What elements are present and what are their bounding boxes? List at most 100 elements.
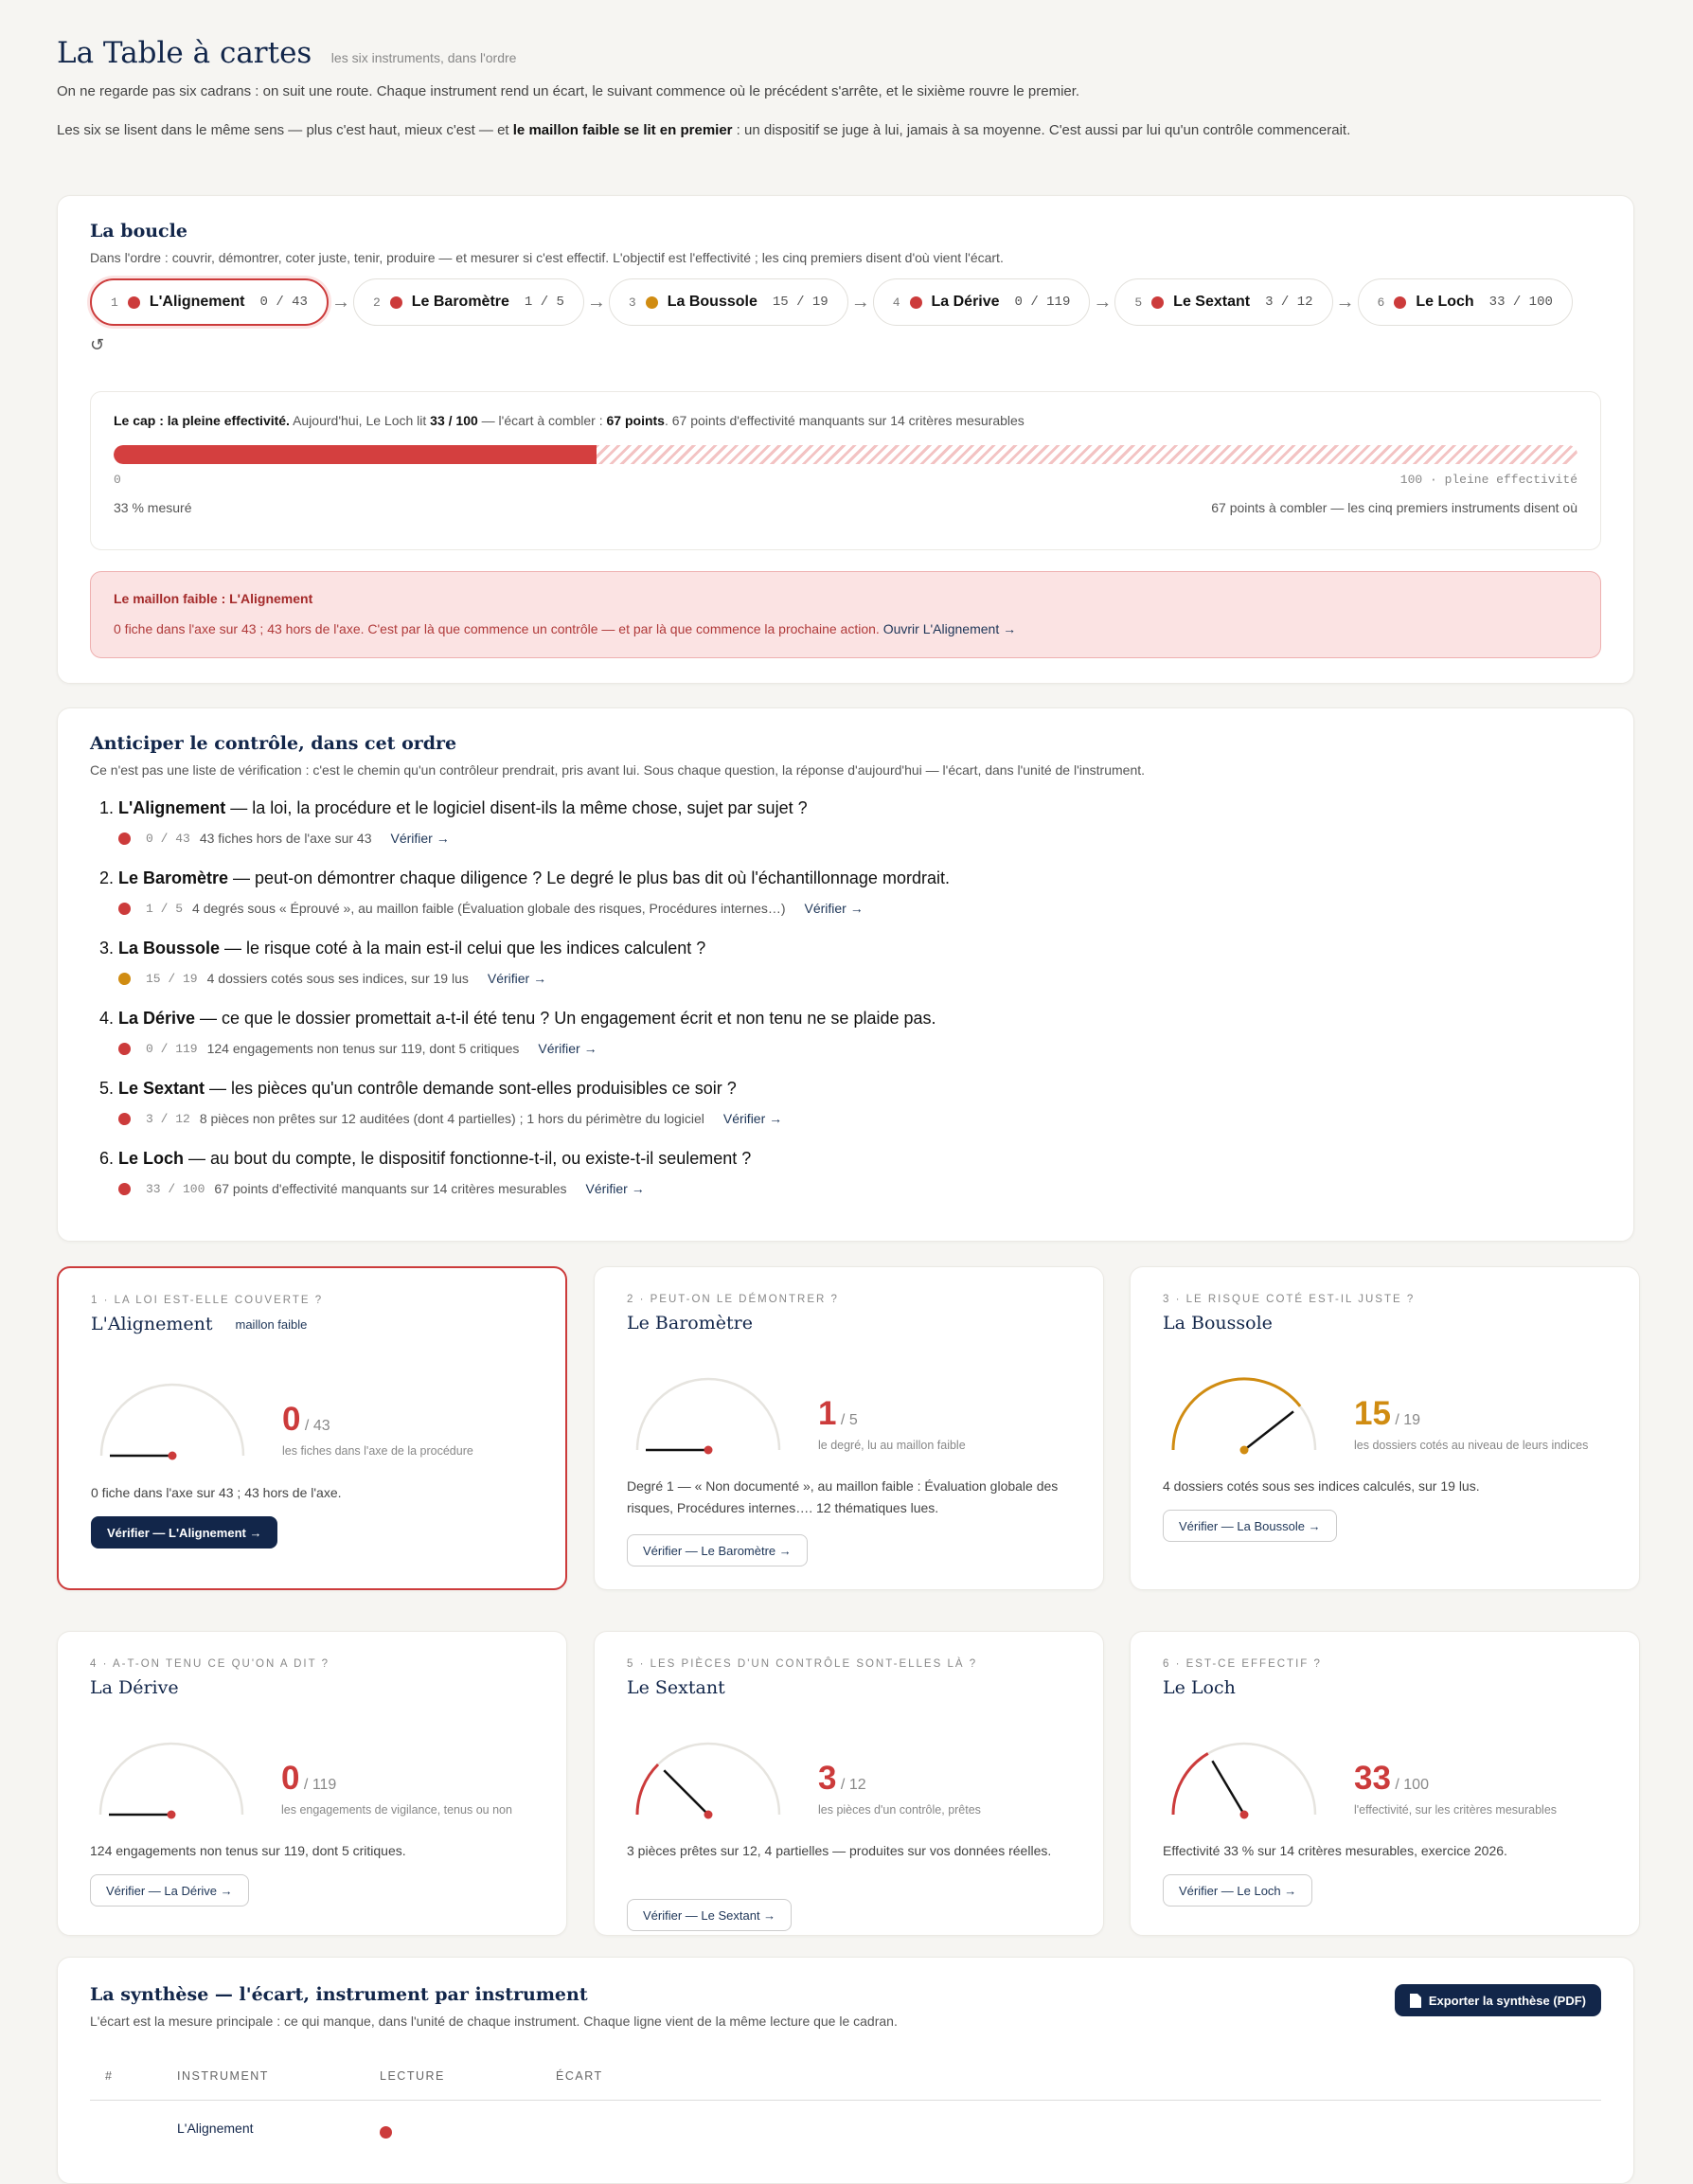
answer-note: 8 pièces non prêtes sur 12 auditées (don… [199,1111,704,1126]
chip-score: 33 / 100 [1488,295,1553,310]
value-denominator: / 119 [303,1777,337,1793]
gauge-needle [1243,1410,1294,1451]
value-number: 0 [281,1760,300,1797]
table-divider [90,2100,1601,2101]
tick-max: 100 · pleine effectivité [1399,473,1577,487]
question-text: — les pièces qu'un contrôle demande sont… [205,1079,737,1098]
verify-button[interactable]: Vérifier — Le Sextant → [627,1899,793,1931]
measured-label: 33 % mesuré [114,500,192,515]
instrument-name: Le Sextant [118,1079,205,1098]
chip-name: L'Alignement [149,294,245,310]
gauge-hub [704,1810,713,1819]
instrument-name: Le Loch [1163,1677,1236,1698]
chip-score: 15 / 19 [772,295,829,310]
instrument-description: 124 engagements non tenus sur 119, dont … [90,1843,406,1858]
gauge-track [635,1742,781,1816]
gauge [98,1742,244,1819]
chip-le-sextant[interactable]: 5 Le Sextant 3 / 12 [1114,278,1333,326]
chip-le-baromètre[interactable]: 2 Le Baromètre 1 / 5 [352,278,584,326]
control-answer: 33 / 100 67 points d'effectivité manquant… [118,1181,1601,1196]
loop-title: La boucle [90,221,187,242]
value-caption: les pièces d'un contrôle, prêtes [818,1803,981,1817]
gauge-track [1171,1742,1317,1816]
document-icon [1409,1993,1421,2008]
page-subtitle: les six instruments, dans l'ordre [330,50,517,65]
chip-la-dérive[interactable]: 4 La Dérive 0 / 119 [872,278,1091,326]
verify-link[interactable]: Vérifier → [585,1181,644,1196]
value-number: 1 [818,1395,837,1432]
gauge-arc [1171,1377,1302,1451]
control-answer: 0 / 119 124 engagements non tenus sur 119… [118,1041,1601,1056]
instrument-name: L'Alignement [91,1314,213,1334]
control-question: Le Sextant — les pièces qu'un contrôle d… [118,1079,1601,1099]
value-caption: les engagements de vigilance, tenus ou n… [281,1803,512,1817]
chip-name: La Dérive [931,294,1000,310]
status-dot [118,832,131,845]
verify-button[interactable]: Vérifier — La Boussole → [1163,1510,1337,1542]
verify-link[interactable]: Vérifier → [804,901,863,916]
col-number: # [105,2069,114,2083]
answer-score: 1 / 5 [146,901,184,916]
chip-number: 6 [1377,295,1385,310]
control-item: Le Loch — au bout du compte, le disposit… [118,1149,1601,1196]
gauge-arc [635,1763,660,1816]
intro-paragraph-2: Les six se lisent dans le même sens — pl… [57,122,1351,138]
value-caption: les dossiers cotés au niveau de leurs in… [1354,1439,1589,1452]
status-dot [118,1112,131,1125]
chip-la-boussole[interactable]: 3 La Boussole 15 / 19 [608,278,848,326]
verify-link[interactable]: Vérifier → [488,971,546,986]
control-question: Le Loch — au bout du compte, le disposit… [118,1149,1601,1169]
table-row-instrument: L'Alignement [177,2121,254,2136]
status-dot [380,2126,392,2139]
verify-button[interactable]: Vérifier — L'Alignement → [91,1516,278,1548]
value-number: 15 [1354,1395,1391,1432]
gauge-arc [1171,1752,1209,1816]
weak-link-badge: maillon faible [235,1316,308,1332]
instrument-name: Le Baromètre [118,868,229,887]
verify-button[interactable]: Vérifier — La Dérive → [90,1874,249,1907]
gauge [1171,1742,1317,1819]
status-dot [909,295,922,309]
instrument-name: Le Loch [118,1149,185,1168]
value-caption: les fiches dans l'axe de la procédure [282,1444,473,1458]
status-dot [118,972,131,985]
answer-score: 0 / 119 [146,1041,198,1056]
instrument-card: 1 · LA LOI EST-ELLE COUVERTE ? L'Aligneme… [57,1266,567,1590]
tick-min: 0 [114,473,121,487]
export-pdf-button[interactable]: Exporter la synthèse (PDF) [1394,1984,1601,2016]
gauge [635,1742,781,1819]
instrument-card: 3 · LE RISQUE COTÉ EST-IL JUSTE ? La Bous… [1130,1266,1640,1590]
reset-icon[interactable]: ↺ [90,335,1601,355]
chip-name: Le Sextant [1173,294,1251,310]
loop-description: Dans l'ordre : couvrir, démontrer, coter… [90,250,1004,265]
verify-link[interactable]: Vérifier → [723,1111,782,1126]
page-header: La Table à cartes les six instruments, d… [57,36,1629,138]
instrument-value: 0 / 119 les engagements de vigilance, ten… [281,1760,512,1817]
instrument-name: Le Baromètre [627,1313,753,1334]
col-instrument: INSTRUMENT [177,2069,269,2083]
control-description: Ce n'est pas une liste de vérification :… [90,762,1146,778]
answer-note: 124 engagements non tenus sur 119, dont … [206,1041,520,1056]
verify-button[interactable]: Vérifier — Le Loch → [1163,1874,1313,1907]
chip-le-loch[interactable]: 6 Le Loch 33 / 100 [1357,278,1573,326]
weak-link-desc: 0 fiche dans l'axe sur 43 ; 43 hors de l… [114,621,1017,636]
control-item: Le Sextant — les pièces qu'un contrôle d… [118,1079,1601,1126]
chip-number: 4 [892,295,900,310]
chip-name: Le Loch [1416,294,1474,310]
loop-card: La boucle Dans l'ordre : couvrir, démont… [57,195,1634,684]
verify-button[interactable]: Vérifier — Le Baromètre → [627,1534,808,1566]
gauge-hub [704,1445,713,1455]
verify-link[interactable]: Vérifier → [390,831,449,846]
gauge-track [1171,1377,1317,1451]
chip-l-alignement[interactable]: 1 L'Alignement 0 / 43 [90,278,329,326]
gauge-hub [168,1451,177,1460]
question-text: — le risque coté à la main est-il celui … [220,939,706,958]
gauge [1171,1377,1317,1455]
gauge-track [99,1383,245,1457]
instrument-title: Le Baromètre [627,1313,1071,1334]
value-denominator: / 5 [840,1412,858,1428]
open-alignement-link[interactable]: Ouvrir L'Alignement → [883,621,1016,636]
verify-link[interactable]: Vérifier → [538,1041,597,1056]
gauge-hub [1239,1445,1249,1455]
instrument-value: 15 / 19 les dossiers cotés au niveau de l… [1354,1395,1588,1452]
